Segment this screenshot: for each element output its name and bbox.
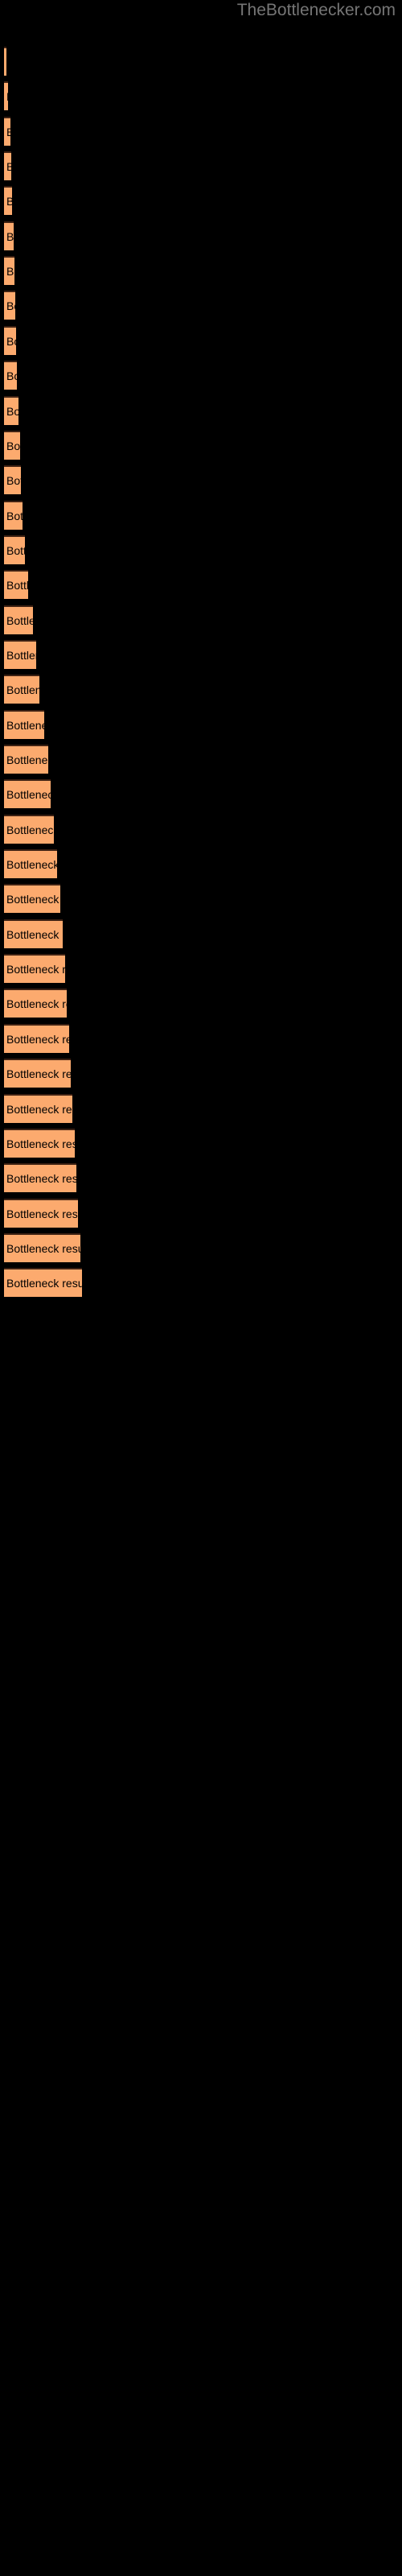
bar-label: Bottleneck result: [6, 543, 25, 557]
bar-row[interactable]: Bottleneck result: [4, 605, 33, 634]
bar-label: Bottleneck result: [6, 613, 33, 627]
bar-row[interactable]: Bottleneck result: [4, 639, 36, 669]
bar-label: Bottleneck result: [6, 1032, 69, 1046]
bar-row[interactable]: Bottleneck result: [4, 1023, 69, 1053]
bar-label: Bottleneck result: [6, 1102, 72, 1116]
bar-row[interactable]: Bottleneck result: [4, 535, 25, 564]
bar-label: Bottleneck result: [6, 648, 36, 662]
bar-label: Bottleneck result: [6, 1137, 75, 1150]
bar-row[interactable]: Bottleneck result: [4, 1268, 82, 1298]
bar-label: Bottleneck result: [6, 404, 18, 418]
bar-row[interactable]: Bottleneck result: [4, 814, 54, 844]
bar-label: Bottleneck result: [6, 718, 44, 732]
bar-row[interactable]: Bottleneck result: [4, 919, 63, 948]
bar-row[interactable]: Bottleneck result: [4, 1093, 72, 1123]
bar-label: Bottleneck result: [6, 823, 54, 836]
bar-row[interactable]: Bottleneck result: [4, 116, 10, 146]
bar-row[interactable]: Bottleneck result: [4, 884, 60, 914]
bar-row[interactable]: Bottleneck result: [4, 779, 51, 809]
bar-row[interactable]: Bottleneck result: [4, 1128, 75, 1158]
bar-label: Bottleneck result: [6, 195, 12, 208]
bar-row[interactable]: Bottleneck result: [4, 849, 57, 879]
bar-label: Bottleneck result: [6, 474, 21, 488]
bar-row[interactable]: Bottleneck result: [4, 954, 65, 984]
bar-label: Bottleneck result: [6, 683, 39, 697]
bar-row[interactable]: Bottleneck result: [4, 186, 12, 216]
bar-label: Bottleneck result: [6, 126, 10, 138]
bar-label: Bottleneck result: [6, 299, 15, 313]
bar-label: Bottleneck result: [6, 1207, 78, 1220]
bar-label: Bottleneck result: [6, 509, 23, 522]
bar-row[interactable]: Bottleneck result: [4, 81, 8, 111]
bar-row[interactable]: Bottleneck result: [4, 465, 21, 495]
bar-label: Bottleneck result: [6, 963, 65, 976]
bar-row[interactable]: Bottleneck result: [4, 291, 15, 320]
bar-row[interactable]: Bottleneck result: [4, 745, 48, 774]
bar-row[interactable]: Bottleneck result: [4, 256, 14, 286]
bar-label: Bottleneck result: [6, 858, 57, 872]
bar-row[interactable]: Bottleneck result: [4, 361, 17, 390]
bar-list: Bottleneck result Bottleneck result Bottle…: [0, 0, 402, 2576]
bar-row[interactable]: Bottleneck result: [4, 1163, 76, 1193]
bar-row[interactable]: Bottleneck result: [4, 500, 23, 530]
bar-label: Bottleneck result: [6, 229, 14, 243]
bottleneck-bar-chart: TheBottlenecker.com Bottleneck resultBot…: [0, 0, 402, 2576]
bar-label: Bottleneck result: [6, 788, 51, 802]
bar-row[interactable]: Bottleneck result: [4, 675, 39, 704]
bar-row[interactable]: Bottleneck result: [4, 221, 14, 250]
bar-label: Bottleneck result: [6, 579, 28, 592]
bar-label: Bottleneck result: [6, 369, 17, 383]
bar-label: Bottleneck result: [6, 927, 63, 941]
bar-label: Bottleneck result: [6, 1067, 71, 1081]
bar-row[interactable]: Bottleneck result: [4, 570, 28, 600]
bar-row[interactable]: Bottleneck result: [4, 989, 67, 1018]
bar-label: Bottleneck result: [6, 893, 60, 906]
bar-row[interactable]: Bottleneck result: [4, 1232, 80, 1262]
bar-row[interactable]: Bottleneck result: [4, 151, 11, 181]
bar-label: Bottleneck result: [6, 265, 14, 279]
bar-label: Bottleneck result: [6, 90, 8, 103]
bar-row[interactable]: Bottleneck result: [4, 1059, 71, 1088]
bar-row[interactable]: Bottleneck result: [4, 709, 44, 739]
bar-label: Bottleneck result: [6, 1172, 76, 1186]
bar-label: Bottleneck result: [6, 1277, 82, 1290]
bar-row[interactable]: Bottleneck result: [4, 1198, 78, 1228]
bar-label: Bottleneck result: [6, 160, 11, 173]
bar-row[interactable]: Bottleneck result: [4, 325, 16, 355]
bar-label: Bottleneck result: [6, 1241, 80, 1255]
bar-label: Bottleneck result: [6, 753, 48, 766]
bar-row[interactable]: Bottleneck result: [4, 430, 20, 460]
bar-label: Bottleneck result: [6, 334, 16, 348]
bar-row[interactable]: Bottleneck result: [4, 395, 18, 425]
bar-label: Bottleneck result: [6, 439, 20, 452]
bar-label: Bottleneck result: [6, 997, 67, 1011]
bar-row[interactable]: Bottleneck result: [4, 47, 6, 76]
